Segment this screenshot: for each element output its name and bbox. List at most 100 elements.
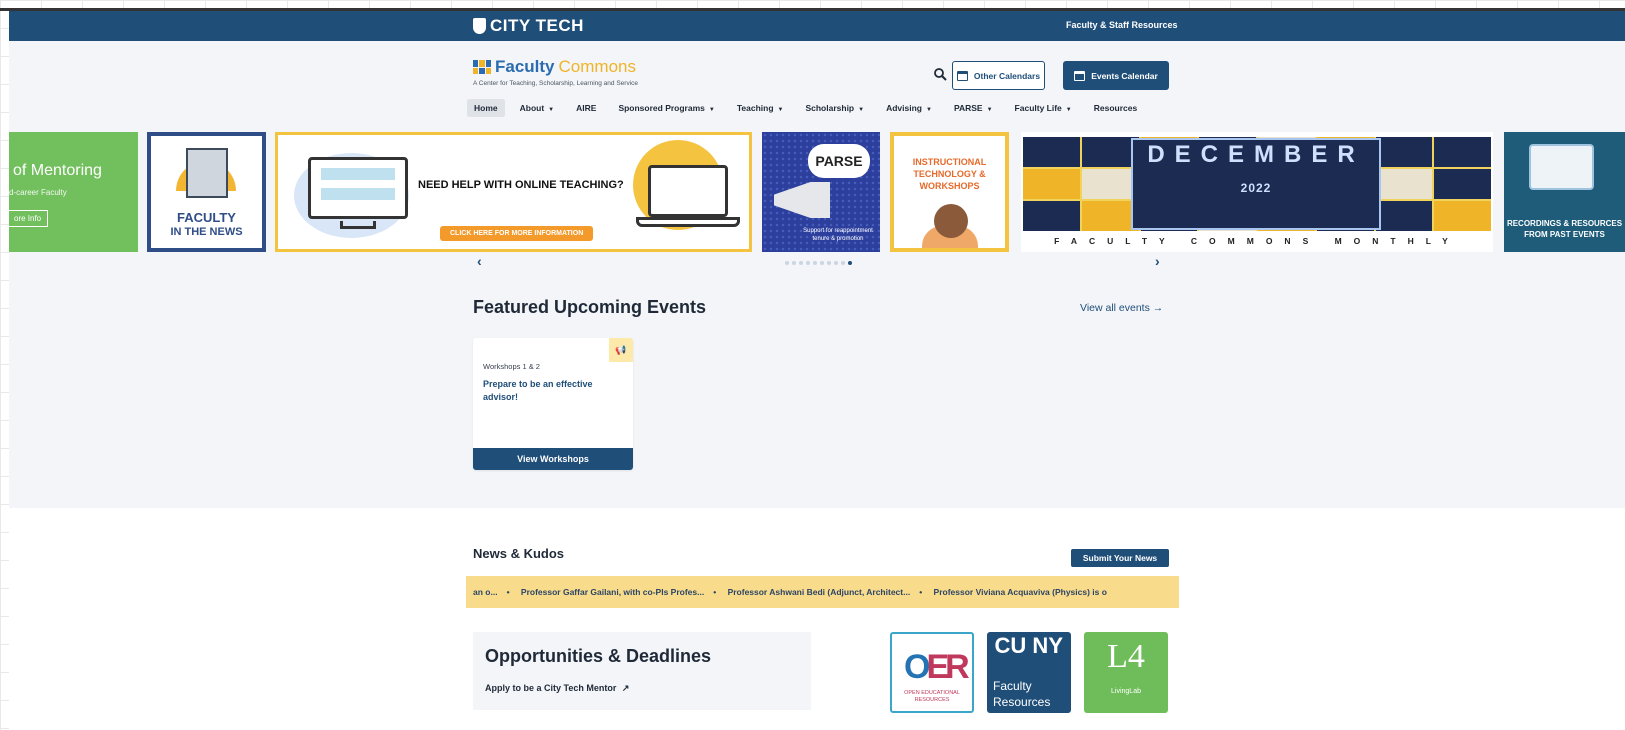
carousel-slide-parse[interactable]: PARSE Support for reappointment tenure &… [762,132,880,252]
screen-illustration-icon [1529,144,1594,190]
carousel-dot[interactable] [813,261,817,265]
event-title[interactable]: Prepare to be an effective advisor! [483,378,618,403]
carousel-dot[interactable] [834,261,838,265]
more-information-button[interactable]: CLICK HERE FOR MORE INFORMATION [440,226,594,241]
event-card[interactable]: 📢 Workshops 1 & 2 Prepare to be an effec… [473,338,633,470]
oer-tile[interactable]: OER OPEN EDUCATIONAL RESOURCES [890,632,974,713]
carousel-dot[interactable] [848,261,852,265]
ticker-item[interactable]: Professor Ashwani Bedi (Adjunct, Archite… [728,587,911,597]
nav-item-scholarship[interactable]: Scholarship ▼ [798,99,871,117]
news-ticker: an o... • Professor Gaffar Gailani, with … [466,576,1179,608]
month-text: DECEMBER [1147,141,1365,168]
mentor-link-label: Apply to be a City Tech Mentor [485,683,617,693]
view-workshops-button[interactable]: View Workshops [473,448,633,470]
nav-label: AIRE [576,103,597,113]
carousel-dot[interactable] [841,261,845,265]
opportunities-heading: Opportunities & Deadlines [485,646,712,666]
search-icon[interactable] [934,68,947,81]
nav-label: Home [474,103,498,113]
cuny-label: Faculty Resources [993,679,1051,709]
oer-caption: OPEN EDUCATIONAL RESOURCES [904,690,960,704]
caret-down-icon: ▼ [708,107,715,113]
nav-label: Sponsored Programs [618,103,705,113]
events-calendar-button[interactable]: Events Calendar [1063,61,1169,90]
slide-line-1: FACULTY [177,210,236,225]
faculty-commons-mark-icon [473,60,491,74]
carousel-slide-december-monthly[interactable]: DECEMBER 2022 FACULTY COMMONS MONTHLY [1021,132,1493,252]
nav-label: PARSE [953,103,983,113]
mentor-application-link[interactable]: Apply to be a City Tech Mentor ↗ [485,683,629,694]
carousel-slide-mentoring[interactable]: of Mentoring d-career Faculty ore Info [9,132,138,252]
slide-line-2: IN THE NEWS [170,226,243,238]
nav-item-home[interactable]: Home [467,99,505,117]
living-lab-label: LivingLab [1111,688,1141,695]
megaphone-icon: 📢 [609,338,633,362]
carousel-slide-recordings[interactable]: RECORDINGS & RESOURCES FROM PAST EVENTS [1504,132,1625,252]
monitor-icon [308,157,408,219]
featured-events-heading: Featured Upcoming Events [473,297,707,317]
nav-item-aire[interactable]: AIRE [569,99,603,117]
nav-item-faculty-life[interactable]: Faculty Life ▼ [1008,99,1079,117]
cuny-logo: CU NY [994,633,1063,658]
caret-down-icon: ▼ [858,107,865,113]
cuny-faculty-resources-tile[interactable]: CU NY Faculty Resources [987,632,1071,713]
slide-title: RECORDINGS & RESOURCES FROM PAST EVENTS [1506,219,1623,240]
bullet-icon: • [506,587,510,597]
external-link-icon: ↗ [621,683,630,693]
carousel-slide-instructional-technology[interactable]: INSTRUCTIONAL TECHNOLOGY & WORKSHOPS [890,132,1009,252]
more-info-button[interactable]: ore Info [9,210,49,227]
oer-logo: OER [904,648,970,686]
carousel-dot[interactable] [799,261,803,265]
carousel-dot[interactable] [806,261,810,265]
carousel-next-chevron-icon[interactable]: › [1155,253,1160,269]
opportunities-panel: Opportunities & Deadlines Apply to be a … [473,632,811,710]
carousel-dot[interactable] [827,261,831,265]
event-category: Workshops 1 & 2 [483,362,540,371]
living-lab-tile[interactable]: L4 LivingLab [1084,632,1168,713]
calendar-icon [956,70,968,81]
newspaper-icon [186,148,228,198]
carousel-prev-chevron-icon[interactable]: ‹ [477,253,482,269]
nav-label: Faculty Life [1014,103,1062,113]
faculty-staff-resources-link[interactable]: Faculty & Staff Resources [1066,20,1178,30]
nav-item-teaching[interactable]: Teaching ▼ [730,99,791,117]
person-illustration-head [934,204,968,238]
city-tech-logo[interactable]: CITY TECH [473,16,584,36]
carousel-dot[interactable] [785,261,789,265]
nav-item-resources[interactable]: Resources [1087,99,1144,117]
nav-item-sponsored-programs[interactable]: Sponsored Programs ▼ [611,99,721,117]
ticker-item[interactable]: Professor Viviana Acquaviva (Physics) is… [934,587,1107,597]
ticker-item[interactable]: an o... [473,587,498,597]
ticker-item[interactable]: Professor Gaffar Gailani, with co-PIs Pr… [521,587,704,597]
news-kudos-heading: News & Kudos [473,546,565,561]
nav-item-about[interactable]: About ▼ [513,99,562,117]
slide-title: of Mentoring [13,162,102,179]
carousel-dot[interactable] [820,261,824,265]
nav-label: Advising [886,103,922,113]
caret-down-icon: ▼ [777,107,784,113]
other-calendars-button[interactable]: Other Calendars [952,61,1045,90]
nav-item-parse[interactable]: PARSE ▼ [947,99,1000,117]
carousel-slide-online-teaching[interactable]: NEED HELP WITH ONLINE TEACHING? CLICK HE… [275,132,752,252]
speech-bubble: PARSE [808,144,870,178]
carousel-dot[interactable] [792,261,796,265]
slide-caption: Support for reappointment tenure & promo… [803,228,873,242]
brand-word-1: Faculty [495,57,555,76]
faculty-commons-brand[interactable]: Faculty Commons A Center for Teaching, S… [473,57,638,87]
brand-word-2: Commons [558,57,636,76]
other-calendars-label: Other Calendars [973,70,1041,81]
shield-icon [473,18,486,34]
nav-label: Scholarship [805,103,855,113]
december-title: DECEMBER 2022 [1131,138,1381,230]
view-all-events-link[interactable]: View all events → [1080,302,1163,314]
caret-down-icon: ▼ [548,107,555,113]
submit-your-news-button[interactable]: Submit Your News [1071,549,1169,567]
nav-item-advising[interactable]: Advising ▼ [879,99,939,117]
carousel-slide-faculty-in-the-news[interactable]: FACULTY IN THE NEWS [147,132,266,252]
nav-label: Teaching [736,103,774,113]
caret-down-icon: ▼ [986,107,993,113]
slide-title: INSTRUCTIONAL TECHNOLOGY & WORKSHOPS [912,157,987,192]
nav-label: About [519,103,545,113]
monitor-stand [340,221,376,229]
brand-tagline: A Center for Teaching, Scholarship, Lear… [473,80,639,87]
